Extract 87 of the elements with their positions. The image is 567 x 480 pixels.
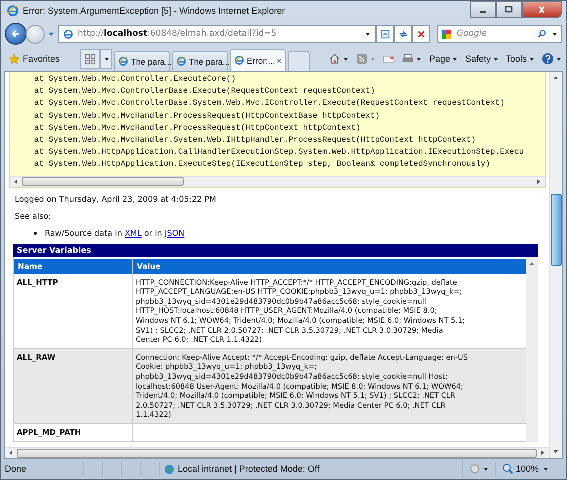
browser-logo-icon (234, 55, 246, 66)
browser-logo-icon (176, 56, 188, 67)
caret-icon (343, 56, 350, 62)
close-button[interactable] (522, 1, 562, 18)
circle-icon (469, 463, 481, 475)
address-field[interactable]: http://localhost:60848/elmah.axd/detail?id=5 (58, 25, 376, 43)
arrow-icon (11, 29, 21, 39)
horizontal-scrollbar[interactable] (10, 176, 545, 187)
bullet-icon (34, 232, 37, 236)
scroll-thumb[interactable] (550, 194, 562, 266)
stack-trace-line: at System.Web.Mvc.ControllerBase.System.Web.Mvc.IController.Execute(RequestContext requestContext) (33, 98, 506, 110)
caret-icon[interactable] (552, 32, 558, 37)
close-icon (416, 28, 426, 40)
logged-timestamp: Logged on Thursday, April 23, 2009 at 4:05:22 PM (15, 194, 218, 205)
vertical-scrollbar[interactable] (549, 72, 562, 458)
stack-trace-line: at System.Web.Mvc.MvcHandler.ProcessRequest(HttpContextBase httpContext) (33, 110, 382, 123)
browser-logo-icon (118, 56, 130, 67)
scroll-down-icon[interactable] (553, 449, 559, 455)
caret-icon (452, 56, 458, 62)
caret-icon[interactable] (365, 32, 371, 36)
status-text: Done (5, 464, 28, 474)
stack-trace-line: at System.Web.Mvc.MvcHandler.ProcessRequest(HttpContext httpContext) (33, 122, 362, 135)
browser-tab[interactable]: Error:... (230, 49, 286, 71)
quick-tabs-button[interactable] (80, 49, 100, 69)
scroll-up-icon[interactable] (553, 75, 559, 81)
json-link[interactable]: JSON (164, 228, 185, 238)
search-field[interactable]: Google (437, 25, 562, 43)
table-scrollbar[interactable] (526, 256, 538, 442)
envelope-icon (383, 53, 396, 65)
scroll-left-icon[interactable] (13, 178, 19, 185)
favorites-button[interactable]: Favorites (5, 49, 64, 69)
stack-trace-line: at System.Web.Mvc.Controller.ExecuteCore() (33, 74, 238, 86)
menu-button[interactable]: Page (429, 50, 458, 68)
help-icon (542, 53, 554, 65)
refresh-icon (398, 28, 408, 40)
globe-icon (164, 464, 175, 474)
window-title: Error: System.ArgumentException [5] - Windows Internet Explorer (23, 6, 286, 16)
minimize-button[interactable] (470, 1, 496, 18)
security-zone: Local intranet | Protected Mode: Off (178, 464, 320, 474)
menu-button[interactable]: Safety (465, 50, 499, 68)
caret-icon (483, 466, 489, 472)
search-icon[interactable] (537, 29, 547, 39)
back-button[interactable] (5, 23, 27, 45)
caret-icon (104, 56, 110, 62)
page-icon (380, 28, 390, 40)
home-icon (329, 53, 342, 65)
scroll-left-icon[interactable] (8, 450, 14, 456)
close-icon (537, 6, 547, 14)
horizontal-scrollbar[interactable] (5, 447, 549, 458)
browser-tab[interactable]: The para... (114, 51, 170, 71)
caret-icon (416, 56, 422, 62)
feed-icon (356, 53, 368, 65)
stack-trace-line: at System.Web.Mvc.MvcHandler.System.Web.IHttpHandler.ProcessRequest(HttpContext httpContext) (33, 135, 478, 148)
scroll-right-icon[interactable] (540, 450, 546, 456)
section-title: Server Variables (13, 244, 538, 257)
scroll-up-icon[interactable] (529, 260, 535, 267)
raw-source-text: Raw/Source data in XML or in JSON (45, 228, 185, 239)
search-provider-icon (441, 29, 452, 40)
scroll-thumb[interactable] (17, 448, 537, 458)
caret-icon (529, 56, 535, 62)
caret-icon (556, 56, 562, 62)
browser-tab[interactable]: The para... (172, 51, 228, 71)
stack-trace-line: at System.Web.HttpApplication.CallHandlerExecutionStep.System.Web.HttpApplication.IExecutionStep.Execu (33, 147, 526, 160)
maximize-icon (504, 6, 514, 14)
page-icon (63, 28, 74, 40)
stack-trace-line: at System.Web.Mvc.ControllerBase.Execute(RequestContext requestContext) (33, 86, 376, 98)
stack-trace-line: at System.Web.HttpApplication.ExecuteStep(IExecutionStep step, Boolean& completedSynchronously) (33, 159, 492, 172)
grid-icon (84, 54, 96, 64)
star-icon (9, 54, 20, 64)
refresh-button[interactable] (394, 25, 412, 43)
scroll-thumb[interactable] (22, 177, 184, 186)
close-icon[interactable] (277, 58, 282, 64)
maximize-button[interactable] (496, 1, 522, 18)
stop-button[interactable] (412, 25, 430, 43)
caret-icon (370, 56, 376, 62)
zoom-button[interactable]: 100% (495, 462, 562, 476)
xml-link[interactable]: XML (124, 228, 142, 238)
tab-list-button[interactable] (100, 49, 112, 69)
browser-logo-icon (7, 5, 19, 17)
compatibility-view-button[interactable] (376, 25, 394, 43)
printer-icon (402, 53, 414, 65)
see-also-label: See also: (15, 212, 52, 222)
scroll-right-icon[interactable] (536, 178, 542, 185)
caret-icon (543, 466, 550, 472)
caret-icon (492, 56, 499, 62)
magnifier-icon (502, 463, 514, 475)
menu-button[interactable]: Tools (506, 50, 535, 68)
